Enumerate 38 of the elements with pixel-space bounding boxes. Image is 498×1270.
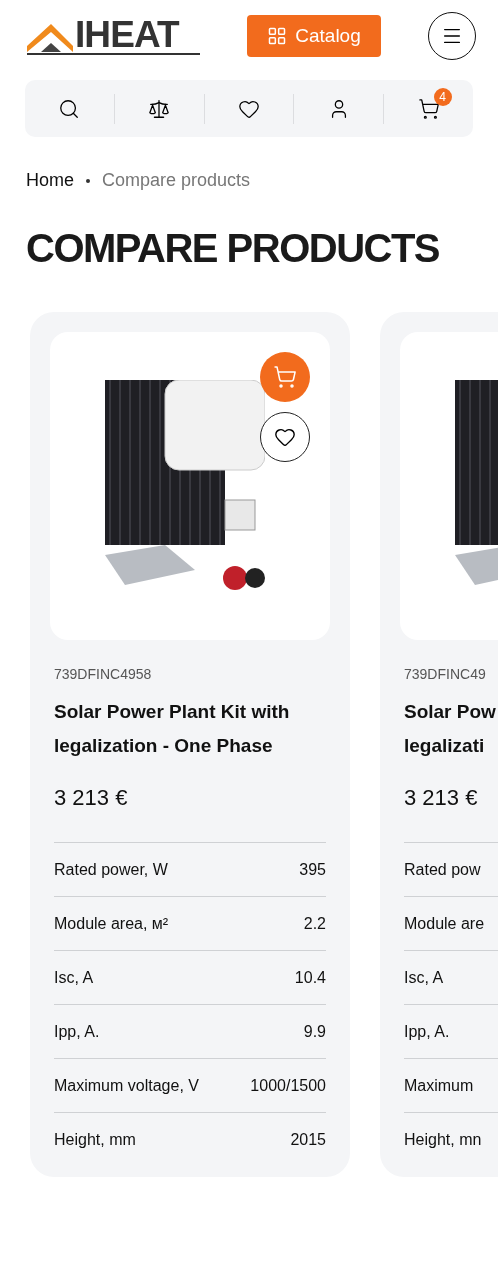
- spec-label: Height, mm: [54, 1130, 136, 1150]
- spec-value: 9.9: [303, 1021, 326, 1042]
- search-icon: [58, 97, 81, 120]
- cart-icon: [273, 365, 297, 389]
- favorite-button[interactable]: [260, 412, 310, 462]
- spec-value: 1000/1500: [250, 1075, 326, 1096]
- spec-label: Isc, A: [54, 967, 94, 988]
- spec-label: Height, mn: [404, 1130, 482, 1150]
- spec-value: 2015: [290, 1130, 326, 1150]
- cart-icon: [417, 97, 440, 120]
- spec-label: Isc, A: [404, 967, 444, 988]
- spec-label: Ipp, A.: [404, 1021, 450, 1042]
- spec-value: 395: [299, 859, 326, 880]
- spec-label: Rated power, W: [54, 859, 168, 880]
- product-title[interactable]: Solar Pow legalizati: [404, 695, 498, 763]
- spec-label: Module area, м²: [54, 913, 169, 934]
- breadcrumb-link[interactable]: Compare products: [102, 167, 251, 194]
- page-title: COMPARE PRODUCTS: [25, 225, 441, 272]
- cart-count-badge: 4: [433, 87, 452, 106]
- breadcrumb-separator-icon: [86, 178, 90, 183]
- product-price: 3 213 €: [404, 784, 479, 812]
- spec-value: 2.2: [303, 913, 326, 934]
- breadcrumb-link[interactable]: Home: [26, 167, 74, 194]
- product-price: 3 213 €: [54, 784, 129, 812]
- site-logo[interactable]: IHEAT: [27, 17, 200, 55]
- spec-label: Ipp, A.: [54, 1021, 100, 1042]
- spec-label: Rated pow: [404, 859, 481, 880]
- spec-label: Maximum voltage, V: [54, 1075, 199, 1096]
- add-to-cart-button[interactable]: [260, 352, 310, 402]
- scales-icon: [148, 97, 171, 120]
- grid-icon: [267, 26, 288, 46]
- product-sku: 739DFINC49: [404, 665, 487, 684]
- spec-label: Maximum: [404, 1075, 474, 1096]
- heart-icon: [274, 426, 296, 448]
- spec-value: 10.4: [294, 967, 326, 988]
- product-title[interactable]: Solar Power Plant Kit with legalization - One Phase: [54, 695, 326, 763]
- spec-label: Module are: [404, 913, 485, 934]
- product-sku: 739DFINC4958: [54, 665, 153, 684]
